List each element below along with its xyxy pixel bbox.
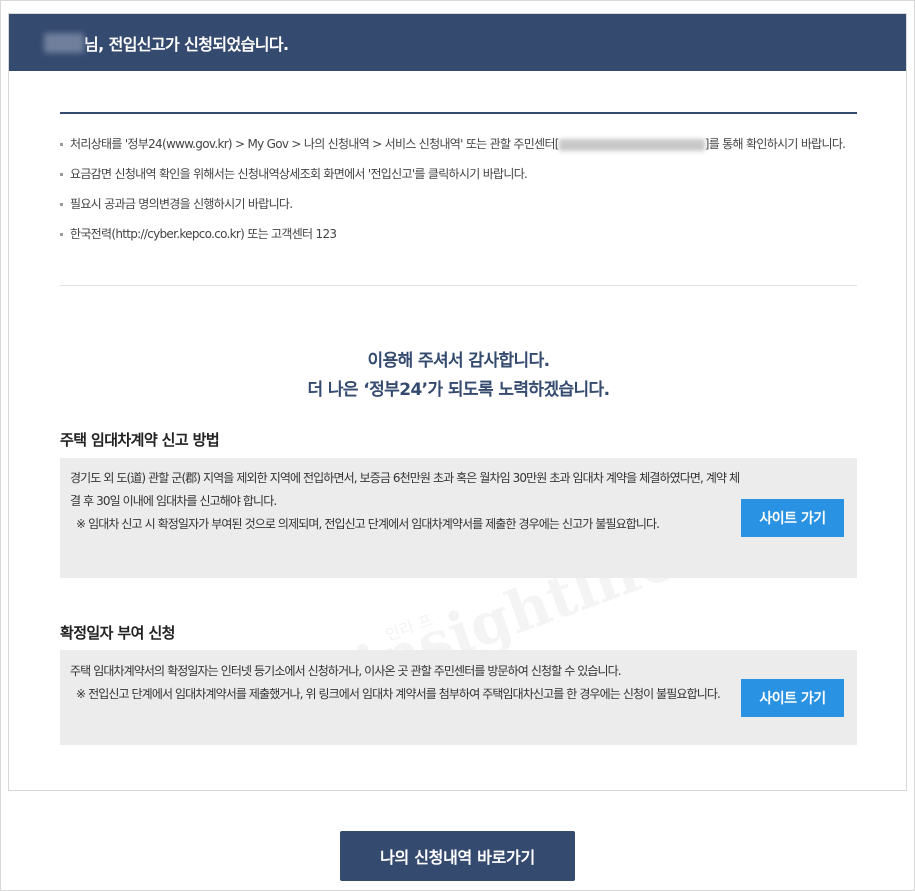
notice-text: 필요시 공과금 명의변경을 신행하시기 바랍니다. — [70, 197, 293, 211]
notice-item: 요금감면 신청내역 확인을 위해서는 신청내역상세조회 화면에서 '전입신고'를… — [60, 164, 857, 185]
box-paragraph: 주택 임대차계약서의 확정일자는 인터넷 등기소에서 신청하거나, 이사온 곳 … — [70, 664, 622, 678]
site-link-button[interactable]: 사이트 가기 — [741, 679, 844, 717]
my-applications-button[interactable]: 나의 신청내역 바로가기 — [340, 831, 575, 881]
redacted-center-name — [558, 138, 705, 151]
notice-text: 요금감면 신청내역 확인을 위해서는 신청내역상세조회 화면에서 '전입신고'를… — [70, 167, 528, 181]
box-paragraph: 경기도 외 도(道) 관할 군(郡) 지역을 제외한 지역에 전입하면서, 보증… — [70, 471, 740, 508]
redacted-name — [44, 32, 84, 53]
thanks-line: 이용해 주셔서 감사합니다. — [367, 351, 551, 371]
notice-text: 처리상태를 '정부24(www.gov.kr) > My Gov > 나의 신청… — [70, 137, 559, 151]
box-note: ※ 전입신고 단계에서 임대차계약서를 제출했거나, 위 링크에서 임대차 계약… — [76, 687, 721, 701]
site-link-button[interactable]: 사이트 가기 — [741, 499, 844, 537]
section-title-fixed-date: 확정일자 부여 신청 — [60, 624, 175, 642]
notice-text: ]를 통해 확인하시기 바랍니다. — [704, 137, 846, 151]
notice-text: 한국전력(http://cyber.kepco.co.kr) 또는 고객센터 1… — [70, 227, 337, 241]
header-bar: 님, 전입신고가 신청되었습니다. — [9, 14, 906, 71]
section-title-lease-report: 주택 임대차계약 신고 방법 — [60, 431, 220, 449]
notice-item: 필요시 공과금 명의변경을 신행하시기 바랍니다. — [60, 194, 857, 215]
lease-report-text: 경기도 외 도(道) 관할 군(郡) 지역을 제외한 지역에 전입하면서, 보증… — [70, 467, 742, 536]
lease-report-box: 경기도 외 도(道) 관할 군(郡) 지역을 제외한 지역에 전입하면서, 보증… — [60, 458, 857, 578]
header-title: 님, 전입신고가 신청되었습니다. — [84, 34, 289, 54]
fixed-date-box: 주택 임대차계약서의 확정일자는 인터넷 등기소에서 신청하거나, 이사온 곳 … — [60, 650, 857, 745]
divider — [60, 285, 857, 286]
notice-item: 처리상태를 '정부24(www.gov.kr) > My Gov > 나의 신청… — [60, 134, 857, 155]
thanks-line: 더 나은 ‘정부24’가 되도록 노력하겠습니다. — [307, 380, 611, 400]
box-note: ※ 임대차 신고 시 확정일자가 부여된 것으로 의제되며, 전입신고 단계에서… — [76, 517, 660, 531]
fixed-date-text: 주택 임대차계약서의 확정일자는 인터넷 등기소에서 신청하거나, 이사온 곳 … — [70, 660, 742, 706]
divider — [60, 112, 857, 114]
result-card: 님, 전입신고가 신청되었습니다. 처리상태를 '정부24(www.gov.kr… — [8, 13, 907, 791]
thank-you-message: 이용해 주셔서 감사합니다. 더 나은 ‘정부24’가 되도록 노력하겠습니다. — [60, 347, 857, 405]
notice-list: 처리상태를 '정부24(www.gov.kr) > My Gov > 나의 신청… — [60, 134, 857, 254]
notice-item: 한국전력(http://cyber.kepco.co.kr) 또는 고객센터 1… — [60, 224, 857, 245]
